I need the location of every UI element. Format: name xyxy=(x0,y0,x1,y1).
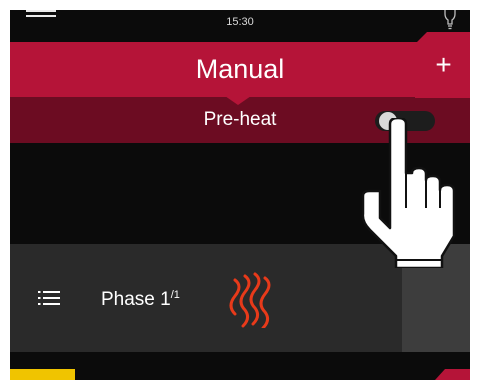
add-phase-button[interactable]: + xyxy=(415,32,470,98)
clock: 15:30 xyxy=(226,16,254,28)
phase-count: /1 xyxy=(170,289,180,301)
lightbulb-icon[interactable] xyxy=(442,10,458,30)
app-screen: 15:30 Manual Pre-heat Phase 1/1 + xyxy=(10,10,470,380)
page-title: Manual xyxy=(195,54,285,84)
bottom-tab-yellow[interactable] xyxy=(10,369,75,380)
list-icon[interactable] xyxy=(38,290,60,306)
heat-waves-icon xyxy=(229,272,271,328)
mode-header: Manual xyxy=(10,42,470,97)
status-bar: 15:30 xyxy=(10,10,470,42)
bottom-tab-red[interactable] xyxy=(435,369,470,380)
hand-pointer-icon xyxy=(361,118,456,268)
phase-label: Phase 1/1 xyxy=(101,289,180,310)
